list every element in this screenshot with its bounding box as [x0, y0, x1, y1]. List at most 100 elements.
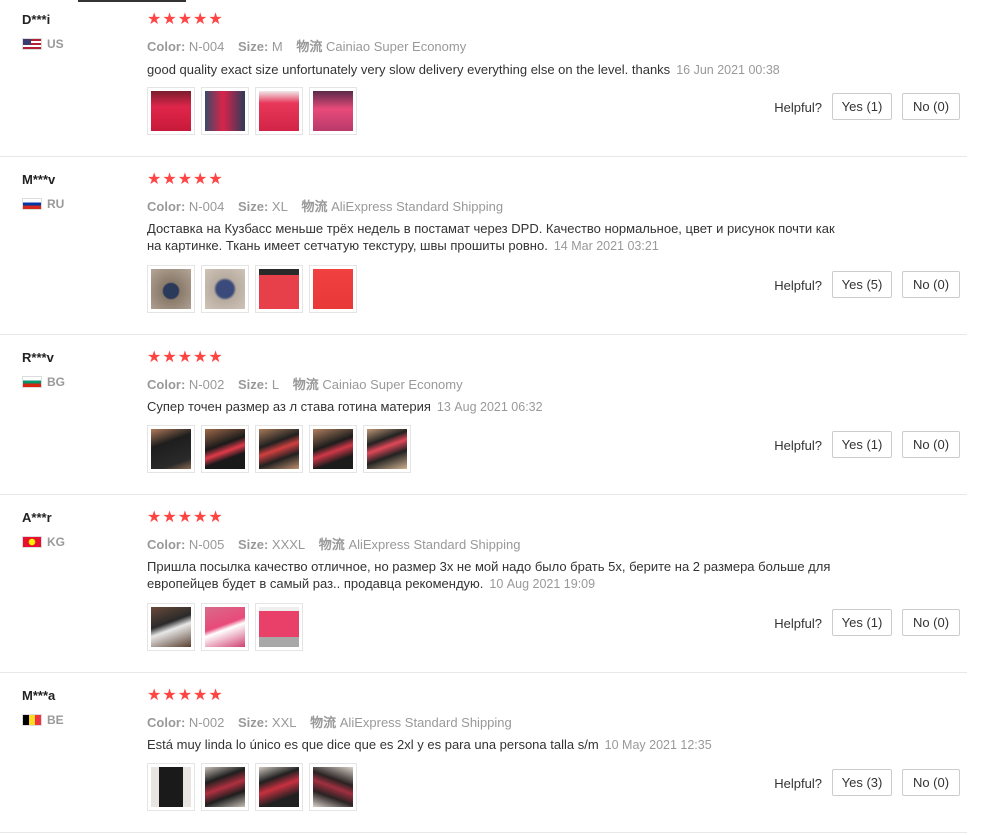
reviewer-country: BE — [22, 713, 64, 727]
review-item: M***a BE ★★★★★ Color: N-002 Size: XXL 物流… — [0, 672, 967, 833]
color-label: Color: — [147, 537, 186, 552]
review-date: 10 May 2021 12:35 — [604, 738, 712, 752]
star-rating: ★★★★★ — [147, 171, 224, 188]
helpful-yes-button[interactable]: Yes (5) — [832, 271, 892, 298]
review-photo[interactable] — [201, 265, 249, 313]
helpful-yes-button[interactable]: Yes (1) — [832, 93, 892, 120]
shipping-value: Cainiao Super Economy — [326, 39, 467, 54]
helpful-label: Helpful? — [774, 776, 822, 791]
flag-kg-icon — [22, 536, 42, 548]
review-photo[interactable] — [201, 87, 249, 135]
country-code: RU — [47, 197, 65, 211]
review-photo[interactable] — [147, 763, 195, 811]
shipping-label: 物流 — [296, 39, 323, 54]
sku-info: Color: N-002 Size: L 物流 Cainiao Super Ec… — [147, 374, 473, 393]
review-photo[interactable] — [147, 265, 195, 313]
review-photo[interactable] — [147, 603, 195, 651]
reviewer-name: D***i — [22, 12, 51, 27]
review-date: 14 Mar 2021 03:21 — [553, 239, 659, 253]
review-photo[interactable] — [201, 603, 249, 651]
review-item: A***r KG ★★★★★ Color: N-005 Size: XXXL 物… — [0, 494, 967, 673]
review-photo[interactable] — [255, 763, 303, 811]
helpful-no-button[interactable]: No (0) — [902, 609, 960, 636]
color-value: N-005 — [188, 537, 225, 552]
review-photo[interactable] — [201, 425, 249, 473]
review-photo[interactable] — [201, 763, 249, 811]
helpful-label: Helpful? — [774, 100, 822, 115]
helpful-label: Helpful? — [774, 278, 822, 293]
size-value: XXL — [271, 715, 297, 730]
star-rating: ★★★★★ — [147, 509, 224, 526]
color-label: Color: — [147, 377, 186, 392]
color-label: Color: — [147, 199, 186, 214]
review-photo[interactable] — [309, 87, 357, 135]
helpful-no-button[interactable]: No (0) — [902, 769, 960, 796]
review-photo[interactable] — [147, 87, 195, 135]
country-code: KG — [47, 535, 65, 549]
sku-info: Color: N-004 Size: XL 物流 AliExpress Stan… — [147, 196, 513, 215]
review-photo[interactable] — [309, 763, 357, 811]
sku-info: Color: N-005 Size: XXXL 物流 AliExpress St… — [147, 534, 530, 553]
review-text-block: Пришла посылка качество отличное, но раз… — [147, 558, 867, 593]
helpful-yes-button[interactable]: Yes (1) — [832, 431, 892, 458]
shipping-label: 物流 — [292, 377, 319, 392]
reviewer-country: KG — [22, 535, 65, 549]
review-date: 10 Aug 2021 19:09 — [489, 577, 596, 591]
country-code: US — [47, 37, 64, 51]
review-photo[interactable] — [309, 425, 357, 473]
helpful-label: Helpful? — [774, 616, 822, 631]
color-value: N-004 — [188, 199, 225, 214]
sku-info: Color: N-004 Size: M 物流 Cainiao Super Ec… — [147, 36, 476, 55]
shipping-label: 物流 — [318, 537, 345, 552]
review-item: M***v RU ★★★★★ Color: N-004 Size: XL 物流 … — [0, 156, 967, 335]
star-rating: ★★★★★ — [147, 349, 224, 366]
review-photos — [147, 763, 357, 811]
size-value: M — [271, 39, 283, 54]
helpful-label: Helpful? — [774, 438, 822, 453]
color-value: N-002 — [188, 715, 225, 730]
review-text-block: Está muy linda lo único es que dice que … — [147, 736, 867, 754]
reviewer-name: M***v — [22, 172, 56, 187]
size-label: Size: — [237, 537, 269, 552]
review-text: good quality exact size unfortunately ve… — [147, 62, 671, 77]
review-text: Доставка на Кузбасс меньше трёх недель в… — [147, 221, 835, 253]
flag-ru-icon — [22, 198, 42, 210]
helpful-no-button[interactable]: No (0) — [902, 93, 960, 120]
review-photos — [147, 603, 303, 651]
color-value: N-004 — [188, 39, 225, 54]
reviewer-name: A***r — [22, 510, 52, 525]
reviewer-country: US — [22, 37, 64, 51]
size-label: Size: — [237, 39, 269, 54]
flag-us-icon — [22, 38, 42, 50]
shipping-value: AliExpress Standard Shipping — [339, 715, 512, 730]
review-photo[interactable] — [363, 425, 411, 473]
review-item: D***i US ★★★★★ Color: N-004 Size: M 物流 C… — [0, 0, 967, 157]
country-code: BE — [47, 713, 64, 727]
size-label: Size: — [237, 377, 269, 392]
review-photo[interactable] — [255, 425, 303, 473]
star-rating: ★★★★★ — [147, 11, 224, 28]
review-photo[interactable] — [255, 603, 303, 651]
size-label: Size: — [237, 199, 269, 214]
shipping-value: AliExpress Standard Shipping — [348, 537, 521, 552]
review-text-block: Доставка на Кузбасс меньше трёх недель в… — [147, 220, 852, 255]
review-photo[interactable] — [309, 265, 357, 313]
review-photo[interactable] — [255, 87, 303, 135]
review-photos — [147, 425, 411, 473]
helpful-yes-button[interactable]: Yes (1) — [832, 609, 892, 636]
helpful-yes-button[interactable]: Yes (3) — [832, 769, 892, 796]
review-photos — [147, 265, 357, 313]
helpful-no-button[interactable]: No (0) — [902, 271, 960, 298]
shipping-label: 物流 — [301, 199, 328, 214]
color-value: N-002 — [188, 377, 225, 392]
sku-info: Color: N-002 Size: XXL 物流 AliExpress Sta… — [147, 712, 522, 731]
review-photo[interactable] — [147, 425, 195, 473]
shipping-value: AliExpress Standard Shipping — [331, 199, 504, 214]
size-value: XL — [271, 199, 288, 214]
review-text: Está muy linda lo único es que dice que … — [147, 737, 599, 752]
review-photo[interactable] — [255, 265, 303, 313]
helpful-no-button[interactable]: No (0) — [902, 431, 960, 458]
reviewer-name: M***a — [22, 688, 56, 703]
star-rating: ★★★★★ — [147, 687, 224, 704]
shipping-label: 物流 — [310, 715, 337, 730]
